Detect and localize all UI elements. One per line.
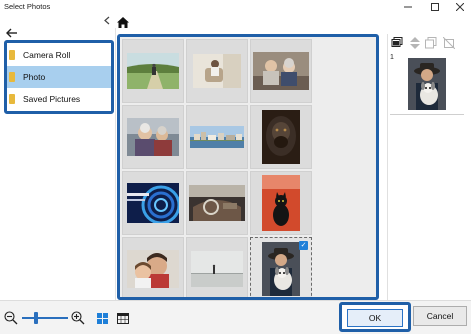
folder-label: Camera Roll bbox=[23, 50, 71, 60]
selected-photos-pane: 1 bbox=[387, 34, 467, 300]
title-bar: Select Photos bbox=[0, 0, 471, 14]
photo-grid: ✓ bbox=[122, 39, 312, 297]
photo-thumbnail[interactable] bbox=[250, 171, 312, 235]
collapse-sidebar-button[interactable] bbox=[101, 14, 113, 26]
home-button[interactable] bbox=[116, 16, 130, 29]
zoom-slider-thumb[interactable] bbox=[34, 312, 38, 324]
folder-item-camera-roll[interactable]: Camera Roll bbox=[7, 44, 111, 66]
minimize-icon[interactable] bbox=[397, 0, 419, 14]
home-icon bbox=[117, 17, 129, 28]
close-icon[interactable] bbox=[449, 0, 471, 14]
back-button[interactable] bbox=[4, 26, 20, 40]
ok-button-highlight: OK bbox=[339, 302, 411, 332]
grid-scrollbar[interactable] bbox=[376, 37, 379, 300]
chevron-left-icon bbox=[104, 16, 110, 24]
folder-label: Photo bbox=[23, 72, 46, 82]
folder-icon bbox=[9, 94, 15, 104]
photo-thumbnail[interactable] bbox=[122, 39, 184, 103]
window-title: Select Photos bbox=[4, 2, 51, 11]
zoom-in-icon[interactable] bbox=[71, 311, 85, 325]
checkmark-icon[interactable]: ✓ bbox=[299, 241, 308, 250]
maximize-icon[interactable] bbox=[424, 0, 446, 14]
photo-thumbnail[interactable] bbox=[122, 105, 184, 169]
folder-icon bbox=[9, 72, 15, 82]
photo-thumbnail[interactable] bbox=[122, 237, 184, 297]
sidebar-divider bbox=[115, 28, 116, 300]
selected-item-index: 1 bbox=[390, 54, 394, 61]
folder-item-photo[interactable]: Photo bbox=[7, 66, 111, 88]
ok-button[interactable]: OK bbox=[347, 309, 403, 327]
cancel-button[interactable]: Cancel bbox=[413, 306, 467, 326]
photo-thumbnail[interactable] bbox=[122, 171, 184, 235]
stack-icon[interactable] bbox=[390, 36, 404, 50]
zoom-out-icon[interactable] bbox=[4, 311, 18, 325]
folder-list: Camera Roll Photo Saved Pictures bbox=[4, 40, 114, 114]
copy-icon[interactable] bbox=[424, 36, 438, 50]
photo-grid-panel: ✓ bbox=[117, 34, 379, 300]
calendar-view-icon[interactable] bbox=[116, 311, 130, 325]
scrollbar-thumb[interactable] bbox=[377, 41, 379, 159]
move-up-icon[interactable] bbox=[408, 36, 422, 50]
photo-thumbnail[interactable] bbox=[186, 237, 248, 297]
folder-icon bbox=[9, 50, 15, 60]
deselect-icon[interactable] bbox=[442, 36, 456, 50]
photo-thumbnail[interactable] bbox=[186, 171, 248, 235]
zoom-slider[interactable] bbox=[22, 317, 68, 319]
photo-thumbnail[interactable] bbox=[250, 105, 312, 169]
folder-item-saved-pictures[interactable]: Saved Pictures bbox=[7, 88, 111, 110]
photo-thumbnail[interactable] bbox=[186, 105, 248, 169]
selected-photo-thumbnail[interactable] bbox=[408, 58, 446, 112]
photo-thumbnail[interactable] bbox=[250, 39, 312, 103]
grid-view-icon[interactable] bbox=[95, 311, 109, 325]
folder-label: Saved Pictures bbox=[23, 94, 81, 104]
photo-thumbnail-selected[interactable]: ✓ bbox=[250, 237, 312, 297]
arrow-left-icon bbox=[6, 28, 17, 38]
divider bbox=[390, 114, 464, 115]
photo-thumbnail[interactable] bbox=[186, 39, 248, 103]
